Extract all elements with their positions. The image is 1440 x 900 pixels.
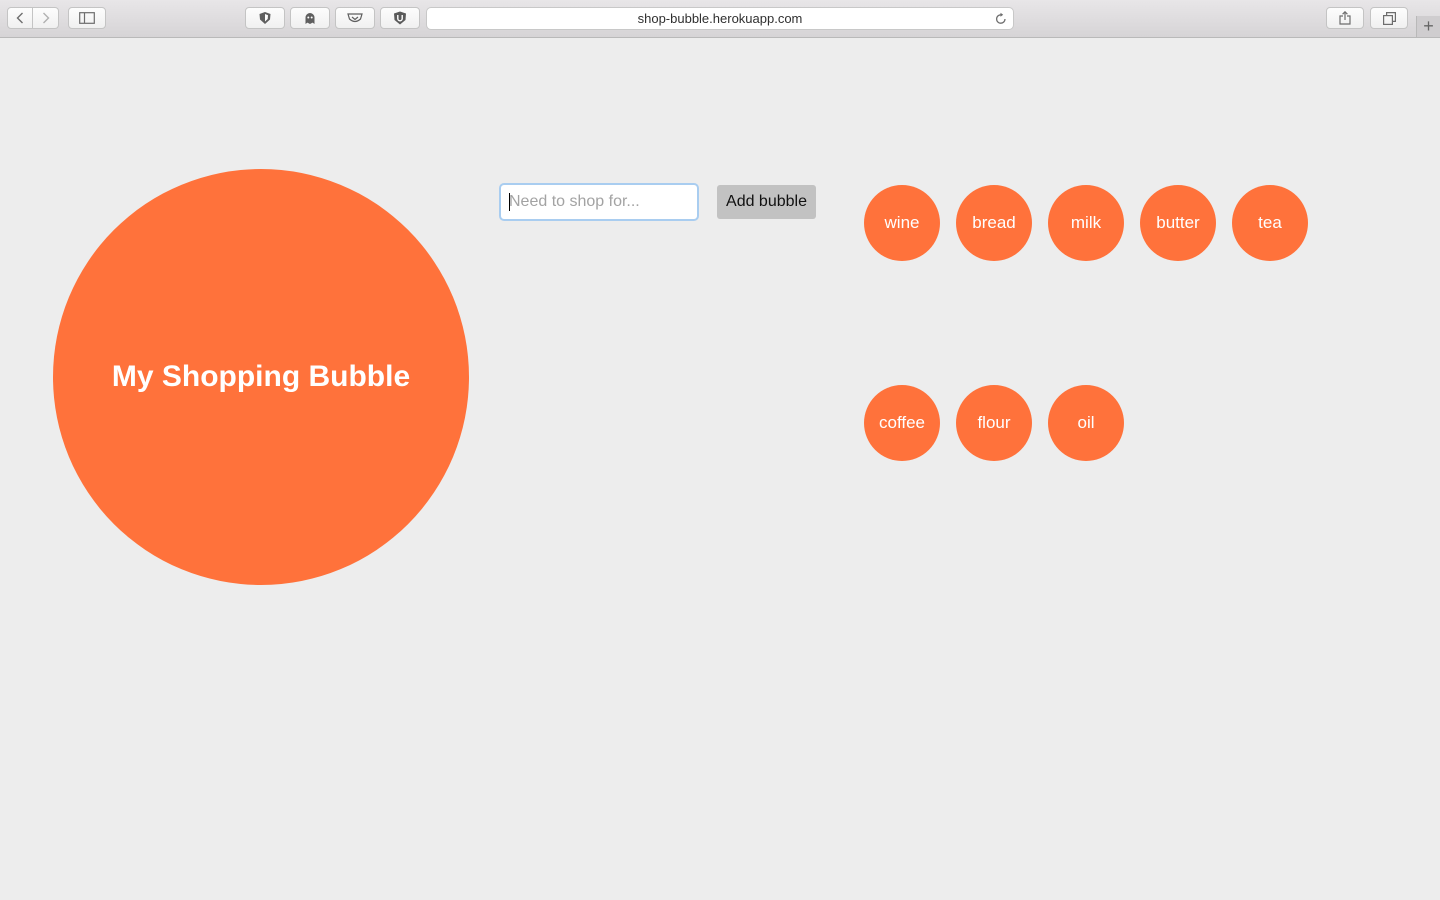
sidebar-icon: [79, 12, 95, 24]
share-button[interactable]: [1326, 7, 1364, 29]
tabs-icon: [1382, 11, 1396, 25]
nav-buttons: [7, 7, 59, 29]
page-title: My Shopping Bubble: [111, 360, 411, 393]
item-label: bread: [972, 213, 1016, 232]
item-bubble[interactable]: wine: [864, 185, 940, 261]
item-bubble[interactable]: milk: [1048, 185, 1124, 261]
item-bubble[interactable]: butter: [1140, 185, 1216, 261]
pocket-icon: [347, 13, 363, 23]
chevron-right-icon: [42, 12, 49, 24]
add-bubble-button[interactable]: Add bubble: [717, 185, 816, 219]
address-bar[interactable]: shop-bubble.herokuapp.com: [426, 7, 1014, 30]
item-bubble[interactable]: oil: [1048, 385, 1124, 461]
item-label: wine: [884, 213, 920, 232]
item-bubble[interactable]: flour: [956, 385, 1032, 461]
forward-button[interactable]: [33, 7, 59, 29]
shield-icon: [259, 12, 271, 24]
extension-shield-button[interactable]: [245, 7, 285, 29]
item-label: coffee: [878, 413, 925, 432]
extension-pocket-button[interactable]: [335, 7, 375, 29]
tabs-overview-button[interactable]: [1370, 7, 1408, 29]
share-icon: [1339, 11, 1351, 25]
item-bubble[interactable]: tea: [1232, 185, 1308, 261]
ghost-icon: [305, 12, 315, 24]
item-label: flour: [977, 413, 1011, 432]
plus-icon: +: [1423, 16, 1434, 36]
main-bubble: My Shopping Bubble: [53, 169, 469, 585]
reload-icon[interactable]: [995, 12, 1007, 28]
address-url: shop-bubble.herokuapp.com: [637, 11, 803, 26]
extension-ublock-button[interactable]: [380, 7, 420, 29]
extension-ghost-button[interactable]: [290, 7, 330, 29]
browser-toolbar: shop-bubble.herokuapp.com +: [0, 0, 1440, 38]
shop-item-input[interactable]: [499, 183, 699, 221]
new-tab-button[interactable]: +: [1416, 16, 1440, 37]
item-bubble[interactable]: bread: [956, 185, 1032, 261]
item-label: butter: [1156, 213, 1200, 232]
item-label: tea: [1258, 213, 1282, 232]
item-label: oil: [1077, 413, 1095, 432]
ublock-icon: [394, 11, 406, 25]
sidebar-button[interactable]: [68, 7, 106, 29]
item-label: milk: [1070, 213, 1102, 232]
text-caret: [509, 193, 510, 211]
item-bubble[interactable]: coffee: [864, 385, 940, 461]
chevron-left-icon: [16, 12, 23, 24]
back-button[interactable]: [7, 7, 33, 29]
